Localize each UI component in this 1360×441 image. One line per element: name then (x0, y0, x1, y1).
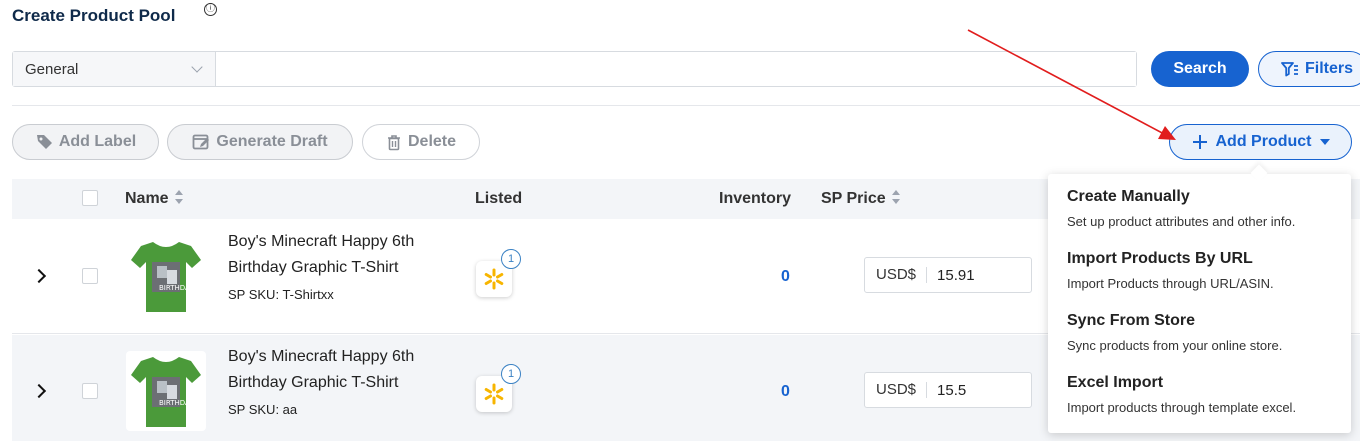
search-bar: General (12, 51, 1137, 87)
menu-item-desc: Sync products from your online store. (1067, 338, 1283, 353)
inventory-value[interactable]: 0 (781, 383, 790, 401)
product-thumbnail[interactable]: BIRTHDAY (126, 351, 206, 431)
add-label-button[interactable]: Add Label (12, 124, 159, 160)
search-type-select[interactable]: General (13, 52, 216, 86)
plus-icon (1192, 135, 1207, 149)
expand-row-icon[interactable] (31, 383, 47, 399)
price-value[interactable]: 15.5 (927, 382, 966, 399)
trash-icon (387, 134, 400, 150)
tag-icon (36, 135, 52, 149)
delete-text: Delete (407, 133, 457, 150)
column-sp-price[interactable]: SP Price (821, 179, 900, 219)
search-input[interactable] (216, 52, 1136, 86)
caret-down-icon (1319, 139, 1330, 145)
menu-item-excel-import[interactable]: Excel Import Import products through tem… (1067, 374, 1347, 415)
generate-draft-text: Generate Draft (216, 133, 328, 150)
listed-count-badge: 1 (501, 249, 521, 269)
walmart-spark-icon (484, 383, 504, 405)
currency-label: USD$ (865, 382, 928, 398)
info-icon[interactable]: ⓘ (204, 3, 217, 16)
price-value[interactable]: 15.91 (927, 267, 975, 284)
search-button[interactable]: Search (1151, 51, 1249, 87)
add-product-menu: Create Manually Set up product attribute… (1048, 174, 1351, 433)
column-name[interactable]: Name (125, 179, 183, 219)
generate-draft-button[interactable]: Generate Draft (167, 124, 353, 160)
price-field[interactable]: USD$ 15.5 (864, 372, 1032, 408)
menu-item-desc: Set up product attributes and other info… (1067, 214, 1296, 229)
menu-item-create-manually[interactable]: Create Manually Set up product attribute… (1067, 188, 1347, 229)
product-thumbnail[interactable]: BIRTHDAY (126, 236, 206, 316)
filters-button[interactable]: Filters (1258, 51, 1360, 87)
svg-text:BIRTHDAY: BIRTHDAY (159, 284, 194, 292)
column-inventory: Inventory (719, 190, 792, 207)
product-name[interactable]: Boy's Minecraft Happy 6th Birthday Graph… (228, 229, 458, 281)
filters-label: Filters (1305, 60, 1354, 77)
sort-icon[interactable] (174, 189, 183, 204)
listed-count-badge: 1 (501, 364, 521, 384)
select-all-checkbox[interactable] (82, 190, 98, 206)
chevron-down-icon (191, 60, 203, 73)
tshirt-image: BIRTHDAY (131, 357, 201, 427)
divider (12, 105, 1360, 106)
expand-row-icon[interactable] (31, 268, 47, 284)
add-label-text: Add Label (58, 133, 137, 150)
sort-icon[interactable] (891, 189, 900, 204)
menu-item-title: Sync From Store (1067, 312, 1196, 329)
tshirt-image: BIRTHDAY (131, 242, 201, 312)
price-field[interactable]: USD$ 15.91 (864, 257, 1032, 293)
row-checkbox[interactable] (82, 268, 98, 284)
menu-item-sync-from-store[interactable]: Sync From Store Sync products from your … (1067, 312, 1347, 353)
menu-item-title: Create Manually (1067, 188, 1190, 205)
product-sku: SP SKU: T-Shirtxx (228, 287, 334, 302)
inventory-value[interactable]: 0 (781, 268, 790, 286)
menu-item-import-by-url[interactable]: Import Products By URL Import Products t… (1067, 250, 1347, 291)
menu-item-title: Excel Import (1067, 374, 1164, 391)
filter-icon (1281, 62, 1298, 77)
svg-text:BIRTHDAY: BIRTHDAY (159, 399, 194, 407)
menu-item-title: Import Products By URL (1067, 250, 1253, 267)
search-type-value: General (25, 60, 79, 78)
menu-item-desc: Import Products through URL/ASIN. (1067, 276, 1274, 291)
product-name[interactable]: Boy's Minecraft Happy 6th Birthday Graph… (228, 344, 458, 396)
add-product-button[interactable]: Add Product (1169, 124, 1352, 160)
column-listed: Listed (475, 190, 523, 207)
product-sku: SP SKU: aa (228, 402, 298, 417)
edit-draft-icon (193, 134, 210, 150)
add-product-text: Add Product (1215, 133, 1312, 150)
currency-label: USD$ (865, 267, 928, 283)
menu-item-desc: Import products through template excel. (1067, 400, 1297, 415)
column-sp-price-label: SP Price (821, 190, 886, 207)
walmart-spark-icon (484, 268, 504, 290)
row-checkbox[interactable] (82, 383, 98, 399)
delete-button[interactable]: Delete (362, 124, 480, 160)
page-title: Create Product Pool (12, 6, 176, 25)
column-name-label: Name (125, 190, 169, 207)
